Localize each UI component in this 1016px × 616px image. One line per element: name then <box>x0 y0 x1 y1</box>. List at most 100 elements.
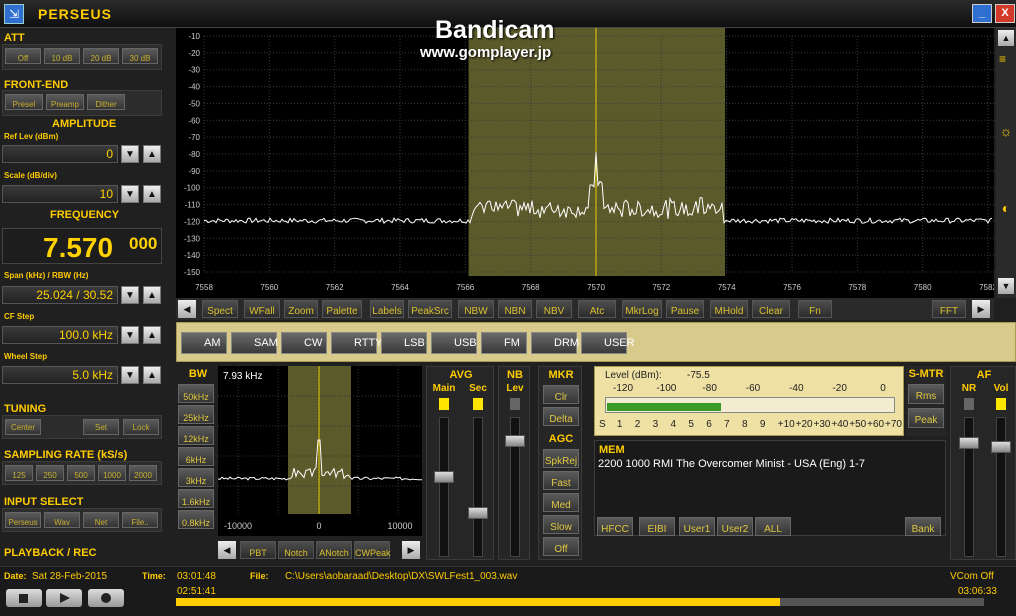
toolbar-nbv-button[interactable]: NBV <box>536 300 572 318</box>
mode-fm-button[interactable]: FM <box>481 332 527 354</box>
wheel-step-down-icon[interactable]: ▼ <box>121 366 139 384</box>
mem-entry[interactable]: 2200 1000 RMI The Overcomer Minist - USA… <box>598 458 865 470</box>
bw-right-icon[interactable]: ▶ <box>402 541 420 559</box>
filter-notch-button[interactable]: Notch <box>278 541 314 559</box>
att-20-db-button[interactable]: 20 dB <box>83 48 119 64</box>
input-file--button[interactable]: File.. <box>122 512 158 528</box>
input-wav-button[interactable]: Wav <box>44 512 80 528</box>
bw-3khz-button[interactable]: 3kHz <box>178 468 214 487</box>
toolbar-spect-button[interactable]: Spect <box>202 300 238 318</box>
agc-off-button[interactable]: Off <box>543 537 579 556</box>
spectrum-right-icon[interactable]: ▶ <box>972 300 990 318</box>
att-30-db-button[interactable]: 30 dB <box>122 48 158 64</box>
play-button[interactable] <box>46 589 82 607</box>
scale-up-icon[interactable]: ▲ <box>143 185 161 203</box>
scroll-down-icon[interactable]: ▼ <box>998 278 1014 294</box>
mem-user1-button[interactable]: User1 <box>679 517 715 536</box>
avg-main-led[interactable] <box>439 398 449 410</box>
att-off-button[interactable]: Off <box>5 48 41 64</box>
toolbar-clear-button[interactable]: Clear <box>752 300 790 318</box>
bw-left-icon[interactable]: ◀ <box>218 541 236 559</box>
bw-display[interactable]: 7.93 kHz -10000 0 10000 <box>218 366 422 536</box>
mem-hfcc-button[interactable]: HFCC <box>597 517 633 536</box>
ref-level-value[interactable]: 0 <box>2 145 118 163</box>
bw-1-6khz-button[interactable]: 1.6kHz <box>178 489 214 508</box>
mode-rtty-button[interactable]: RTTY <box>331 332 383 354</box>
sampling-125-button[interactable]: 125 <box>5 465 33 481</box>
wheel-step-up-icon[interactable]: ▲ <box>143 366 161 384</box>
scale-down-icon[interactable]: ▼ <box>121 185 139 203</box>
spectrum-left-icon[interactable]: ◀ <box>178 300 196 318</box>
toolbar-mkrlog-button[interactable]: MkrLog <box>622 300 662 318</box>
ref-level-down-icon[interactable]: ▼ <box>121 145 139 163</box>
record-button[interactable] <box>88 589 124 607</box>
ref-level-up-icon[interactable]: ▲ <box>143 145 161 163</box>
af-nr-led[interactable] <box>964 398 974 410</box>
brightness-icon[interactable]: ≡ <box>999 52 1013 66</box>
mem-all-button[interactable]: ALL <box>755 517 791 536</box>
bw-50khz-button[interactable]: 50kHz <box>178 384 214 403</box>
nb-slider[interactable] <box>505 435 525 447</box>
wheel-step-value[interactable]: 5.0 kHz <box>2 366 118 384</box>
span-down-icon[interactable]: ▼ <box>121 286 139 304</box>
smtr-peak-button[interactable]: Peak <box>908 408 944 428</box>
af-vol-slider[interactable] <box>991 441 1011 453</box>
span-up-icon[interactable]: ▲ <box>143 286 161 304</box>
frontend-preamp-button[interactable]: Preamp <box>46 94 84 110</box>
cf-step-value[interactable]: 100.0 kHz <box>2 326 118 344</box>
toolbar-wfall-button[interactable]: WFall <box>244 300 280 318</box>
toolbar-zoom-button[interactable]: Zoom <box>284 300 318 318</box>
filter-pbt-button[interactable]: PBT <box>240 541 276 559</box>
filter-anotch-button[interactable]: ANotch <box>316 541 352 559</box>
agc-spkrej-button[interactable]: SpkRej <box>543 449 579 468</box>
toolbar-palette-button[interactable]: Palette <box>322 300 362 318</box>
agc-fast-button[interactable]: Fast <box>543 471 579 490</box>
af-vol-led[interactable] <box>996 398 1006 410</box>
frontend-presel-button[interactable]: Presel <box>5 94 43 110</box>
tuning-set-button[interactable]: Set <box>83 419 119 435</box>
nb-led[interactable] <box>510 398 520 410</box>
frontend-dither-button[interactable]: Dither <box>87 94 125 110</box>
toolbar-peaksrc-button[interactable]: PeakSrc <box>408 300 452 318</box>
bw-6khz-button[interactable]: 6kHz <box>178 447 214 466</box>
sun-icon[interactable]: ☼ <box>998 123 1014 139</box>
sampling-500-button[interactable]: 500 <box>67 465 95 481</box>
mode-cw-button[interactable]: CW <box>281 332 327 354</box>
mem-bank-button[interactable]: Bank <box>905 517 941 536</box>
bw-12khz-button[interactable]: 12kHz <box>178 426 214 445</box>
mem-user2-button[interactable]: User2 <box>717 517 753 536</box>
mode-user-button[interactable]: USER <box>581 332 635 354</box>
mode-sam-button[interactable]: SAM <box>231 332 278 354</box>
span-value[interactable]: 25.024 / 30.52 <box>2 286 118 304</box>
toolbar-labels-button[interactable]: Labels <box>370 300 404 318</box>
avg-sec-slider[interactable] <box>468 507 488 519</box>
smtr-rms-button[interactable]: Rms <box>908 384 944 404</box>
minimize-button[interactable]: _ <box>972 4 992 23</box>
mode-lsb-button[interactable]: LSB <box>381 332 427 354</box>
close-button[interactable]: X <box>995 4 1015 23</box>
agc-med-button[interactable]: Med <box>543 493 579 512</box>
frequency-display[interactable]: 7.570 000 <box>2 228 162 264</box>
sampling-250-button[interactable]: 250 <box>36 465 64 481</box>
toolbar-mhold-button[interactable]: MHold <box>710 300 748 318</box>
mode-drm-button[interactable]: DRM <box>531 332 579 354</box>
filter-cwpeak-button[interactable]: CWPeak <box>354 541 391 559</box>
mkr-delta-button[interactable]: Delta <box>543 407 579 426</box>
mkr-clr-button[interactable]: Clr <box>543 385 579 404</box>
input-net-button[interactable]: Net <box>83 512 119 528</box>
mem-eibi-button[interactable]: EIBI <box>639 517 675 536</box>
playback-progress[interactable] <box>176 598 984 606</box>
tuning-lock-button[interactable]: Lock <box>123 419 159 435</box>
toolbar-fft-button[interactable]: FFT <box>932 300 966 318</box>
toolbar-fn-button[interactable]: Fn <box>798 300 832 318</box>
att-10-db-button[interactable]: 10 dB <box>44 48 80 64</box>
toolbar-pause-button[interactable]: Pause <box>666 300 704 318</box>
sampling-1000-button[interactable]: 1000 <box>98 465 126 481</box>
tuning-center-button[interactable]: Center <box>5 419 41 435</box>
scale-value[interactable]: 10 <box>2 185 118 203</box>
cf-step-down-icon[interactable]: ▼ <box>121 326 139 344</box>
spectrum-display[interactable]: -10 -20 -30 -40 -50 -60 -70 -80 -90 -100 -110 -120 -… <box>176 28 994 298</box>
contrast-icon[interactable]: ◐ <box>998 200 1014 216</box>
sampling-2000-button[interactable]: 2000 <box>129 465 157 481</box>
avg-main-slider[interactable] <box>434 471 454 483</box>
